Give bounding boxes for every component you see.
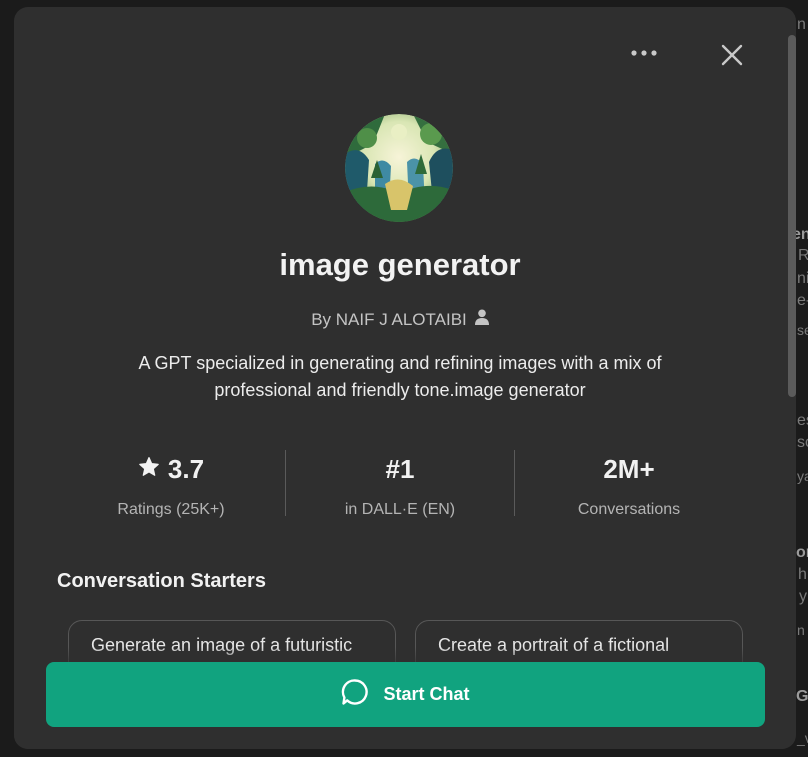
stat-value: 2M+ [603,453,655,484]
background-text-fragment: ni [797,270,808,287]
more-options-button[interactable] [626,41,662,65]
background-text-fragment: so [797,434,808,451]
stat-ratings: 3.7 Ratings (25K+) [57,447,285,519]
stat-value: #1 [385,453,415,484]
close-button[interactable] [718,43,746,71]
author-name: By NAIF J ALOTAIBI [311,309,467,329]
stat-value: 3.7 [167,453,205,484]
stat-label: Conversations [577,501,681,518]
more-horizontal-icon [630,44,658,62]
gpt-description: A GPT specialized in generating and refi… [138,353,662,400]
background-text-fragment: h [798,566,807,583]
user-icon [474,309,489,330]
stat-conversations: 2M+ Conversations [515,447,743,519]
background-text-fragment: R [798,247,808,264]
background-text-fragment: or [796,544,808,561]
gpt-details-dialog: image generator By NAIF J ALOTAIBI A GPT… [14,7,796,749]
gpt-avatar [345,114,453,222]
background-text-fragment: ya [797,468,808,484]
stat-rank: #1 in DALL·E (EN) [286,447,514,519]
conversation-starters-heading: Conversation Starters [57,570,266,592]
background-text-fragment: G [796,688,808,705]
background-text-fragment: y [799,588,807,605]
background-text-fragment: n [797,622,805,638]
chat-bubble-icon [341,678,369,711]
gpt-name: image generator [279,247,521,282]
background-text-fragment: es [797,412,808,429]
gpt-author: By NAIF J ALOTAIBI [14,309,786,330]
start-chat-label: Start Chat [383,684,470,704]
start-chat-button[interactable]: Start Chat [46,662,765,727]
gpt-stats: 3.7 Ratings (25K+) #1 in DALL·E (EN) 2M+… [57,447,743,519]
background-text-fragment: e- [797,292,808,309]
star-icon [138,454,160,485]
close-icon [721,44,743,71]
stat-label: in DALL·E (EN) [344,501,456,518]
scrollbar-thumb[interactable] [788,35,796,397]
stat-label: Ratings (25K+) [117,501,225,518]
background-text-fragment: n [797,16,806,33]
background-text-fragment: se [797,322,808,338]
background-text-fragment: _v [797,730,808,746]
